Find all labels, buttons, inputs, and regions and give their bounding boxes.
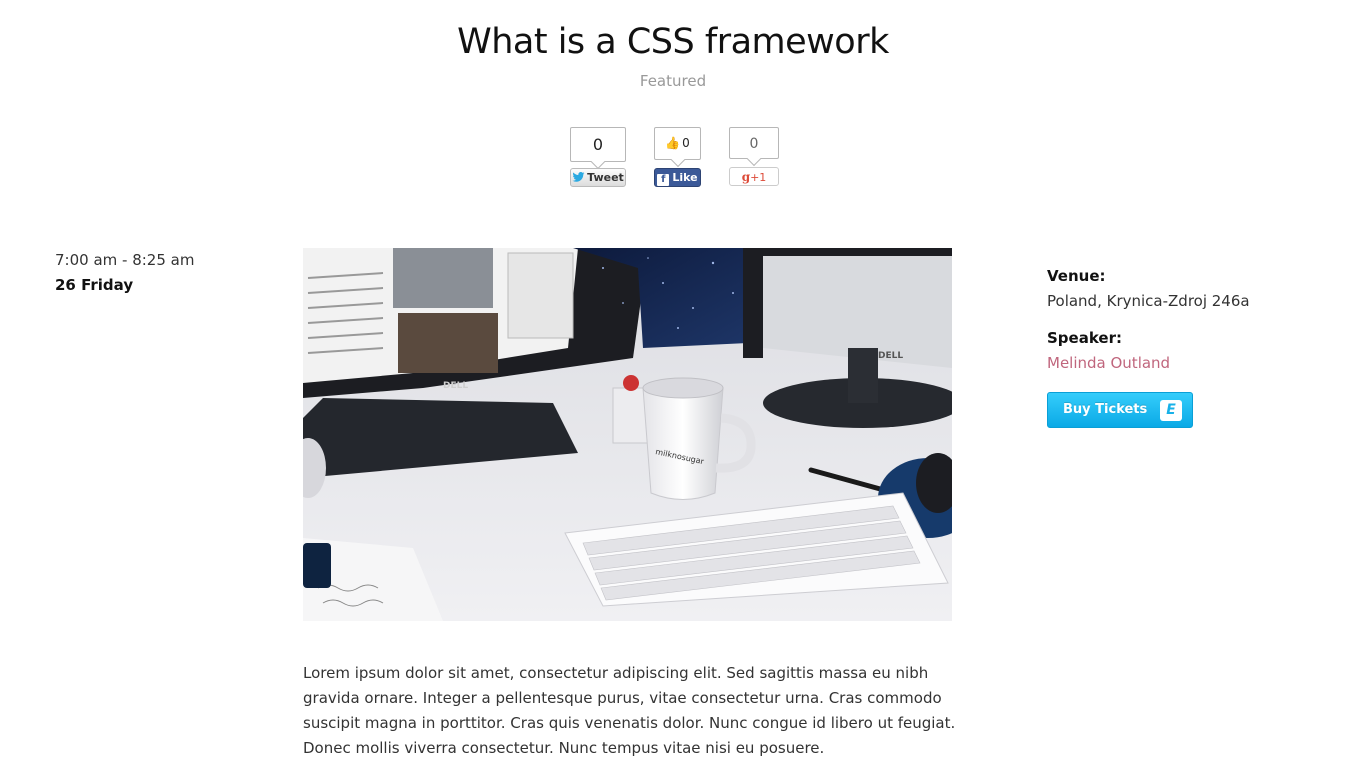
event-page: What is a CSS framework Featured 0 Tweet… <box>0 0 1346 781</box>
like-label: Like <box>672 171 698 184</box>
monitor-brand-right: DELL <box>878 351 903 361</box>
twitter-share-widget: 0 Tweet <box>570 127 626 187</box>
like-count-box: 👍 0 <box>654 127 701 160</box>
buy-tickets-label: Buy Tickets <box>1063 402 1148 417</box>
speaker-label: Speaker: <box>1047 329 1122 347</box>
facebook-like-widget: 👍 0 f Like <box>654 127 701 187</box>
event-date: 26 Friday <box>55 276 134 294</box>
plus-one-button[interactable]: g+1 <box>729 167 779 186</box>
thumbs-up-icon: 👍 <box>665 136 681 150</box>
desk-photo-illustration: DELL DELL milknosugar <box>303 248 952 621</box>
facebook-f-icon: f <box>657 174 670 186</box>
twitter-bird-icon <box>572 172 585 182</box>
google-plus-widget: 0 g+1 <box>729 127 779 186</box>
event-category[interactable]: Featured <box>0 72 1346 90</box>
buy-tickets-button[interactable]: Buy Tickets E <box>1047 392 1193 428</box>
venue-value: Poland, Krynica-Zdroj 246a <box>1047 292 1250 310</box>
monitor-brand-left: DELL <box>443 381 468 391</box>
plus-one-count: 0 <box>729 127 779 159</box>
google-g-icon: g <box>741 170 751 184</box>
like-button[interactable]: f Like <box>654 168 701 187</box>
tweet-button[interactable]: Tweet <box>570 168 626 187</box>
plus-one-label: +1 <box>750 171 767 184</box>
speaker-link[interactable]: Melinda Outland <box>1047 354 1170 372</box>
like-count: 0 <box>682 136 690 150</box>
event-description: Lorem ipsum dolor sit amet, consectetur … <box>303 664 956 757</box>
venue-label: Venue: <box>1047 267 1106 285</box>
event-featured-image: DELL DELL milknosugar <box>303 248 952 621</box>
page-title: What is a CSS framework <box>457 22 889 62</box>
tweet-label: Tweet <box>587 171 624 184</box>
eventbrite-icon: E <box>1160 400 1182 421</box>
event-time: 7:00 am - 8:25 am <box>55 251 195 269</box>
tweet-count: 0 <box>570 127 626 162</box>
